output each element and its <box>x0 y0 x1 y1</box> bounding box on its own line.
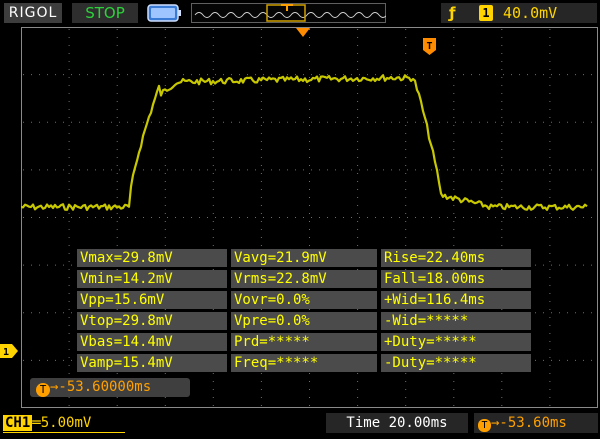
channel1-underline <box>3 432 125 433</box>
battery-icon <box>147 4 181 22</box>
measurement-cell: Vpre=0.0% <box>231 312 377 330</box>
trigger-level-marker-icon[interactable]: T <box>423 38 436 55</box>
channel1-ground-marker[interactable]: 1 <box>0 344 18 358</box>
measurement-panel: Vmax=29.8mV Vavg=21.9mV Rise=22.40ms Vmi… <box>74 248 534 376</box>
run-stop-status[interactable]: STOP <box>72 3 138 23</box>
measurement-cell: Vpp=15.6mV <box>77 291 227 309</box>
measurement-cell: Vrms=22.8mV <box>231 270 377 288</box>
trigger-offset-value: →-53.60000ms <box>50 379 152 395</box>
measurement-cell: Vamp=15.4mV <box>77 354 227 372</box>
channel1-marker-label: 1 <box>3 347 9 358</box>
trigger-offset-readout[interactable]: T →-53.60000ms <box>30 378 190 397</box>
trigger-level-value: 40.0mV <box>503 4 558 22</box>
measurement-cell: Prd=***** <box>231 333 377 351</box>
measurement-cell: Freq=***** <box>231 354 377 372</box>
trigger-position-marker[interactable] <box>296 28 310 38</box>
timebase-readout[interactable]: Time 20.00ms <box>326 413 468 433</box>
measurement-cell: +Duty=***** <box>381 333 531 351</box>
channel1-tag: CH1 <box>3 415 33 431</box>
trigger-settings[interactable]: ƒ 1 40.0mV <box>441 3 597 23</box>
measurement-cell: Vtop=29.8mV <box>77 312 227 330</box>
measurement-cell: +Wid=116.4ms <box>381 291 531 309</box>
memory-waveform-overview[interactable] <box>191 3 386 23</box>
horizontal-offset-value: →-53.60ms <box>491 415 567 431</box>
measurement-cell: Vovr=0.0% <box>231 291 377 309</box>
channel1-scale[interactable]: CH1 ═5.00mV <box>3 413 125 433</box>
measurement-cell: Vbas=14.4mV <box>77 333 227 351</box>
measurement-cell: Vmax=29.8mV <box>77 249 227 267</box>
measurement-cell: Fall=18.00ms <box>381 270 531 288</box>
channel1-scale-value: 5.00mV <box>40 415 92 431</box>
measurement-cell: Vmin=14.2mV <box>77 270 227 288</box>
horizontal-offset-readout[interactable]: T →-53.60ms <box>474 413 598 433</box>
trigger-badge-letter: T <box>426 41 432 52</box>
measurement-cell: -Duty=***** <box>381 354 531 372</box>
horizontal-offset-icon: T <box>478 419 491 432</box>
trigger-source-badge: 1 <box>479 5 493 21</box>
rising-edge-icon: ƒ <box>449 4 456 22</box>
coupling-icon: ═ <box>32 415 41 431</box>
measurement-cell: Vavg=21.9mV <box>231 249 377 267</box>
brand-logo: RIGOL <box>4 3 62 23</box>
measurement-cell: -Wid=***** <box>381 312 531 330</box>
trigger-offset-icon: T <box>36 383 50 397</box>
measurement-cell: Rise=22.40ms <box>381 249 531 267</box>
